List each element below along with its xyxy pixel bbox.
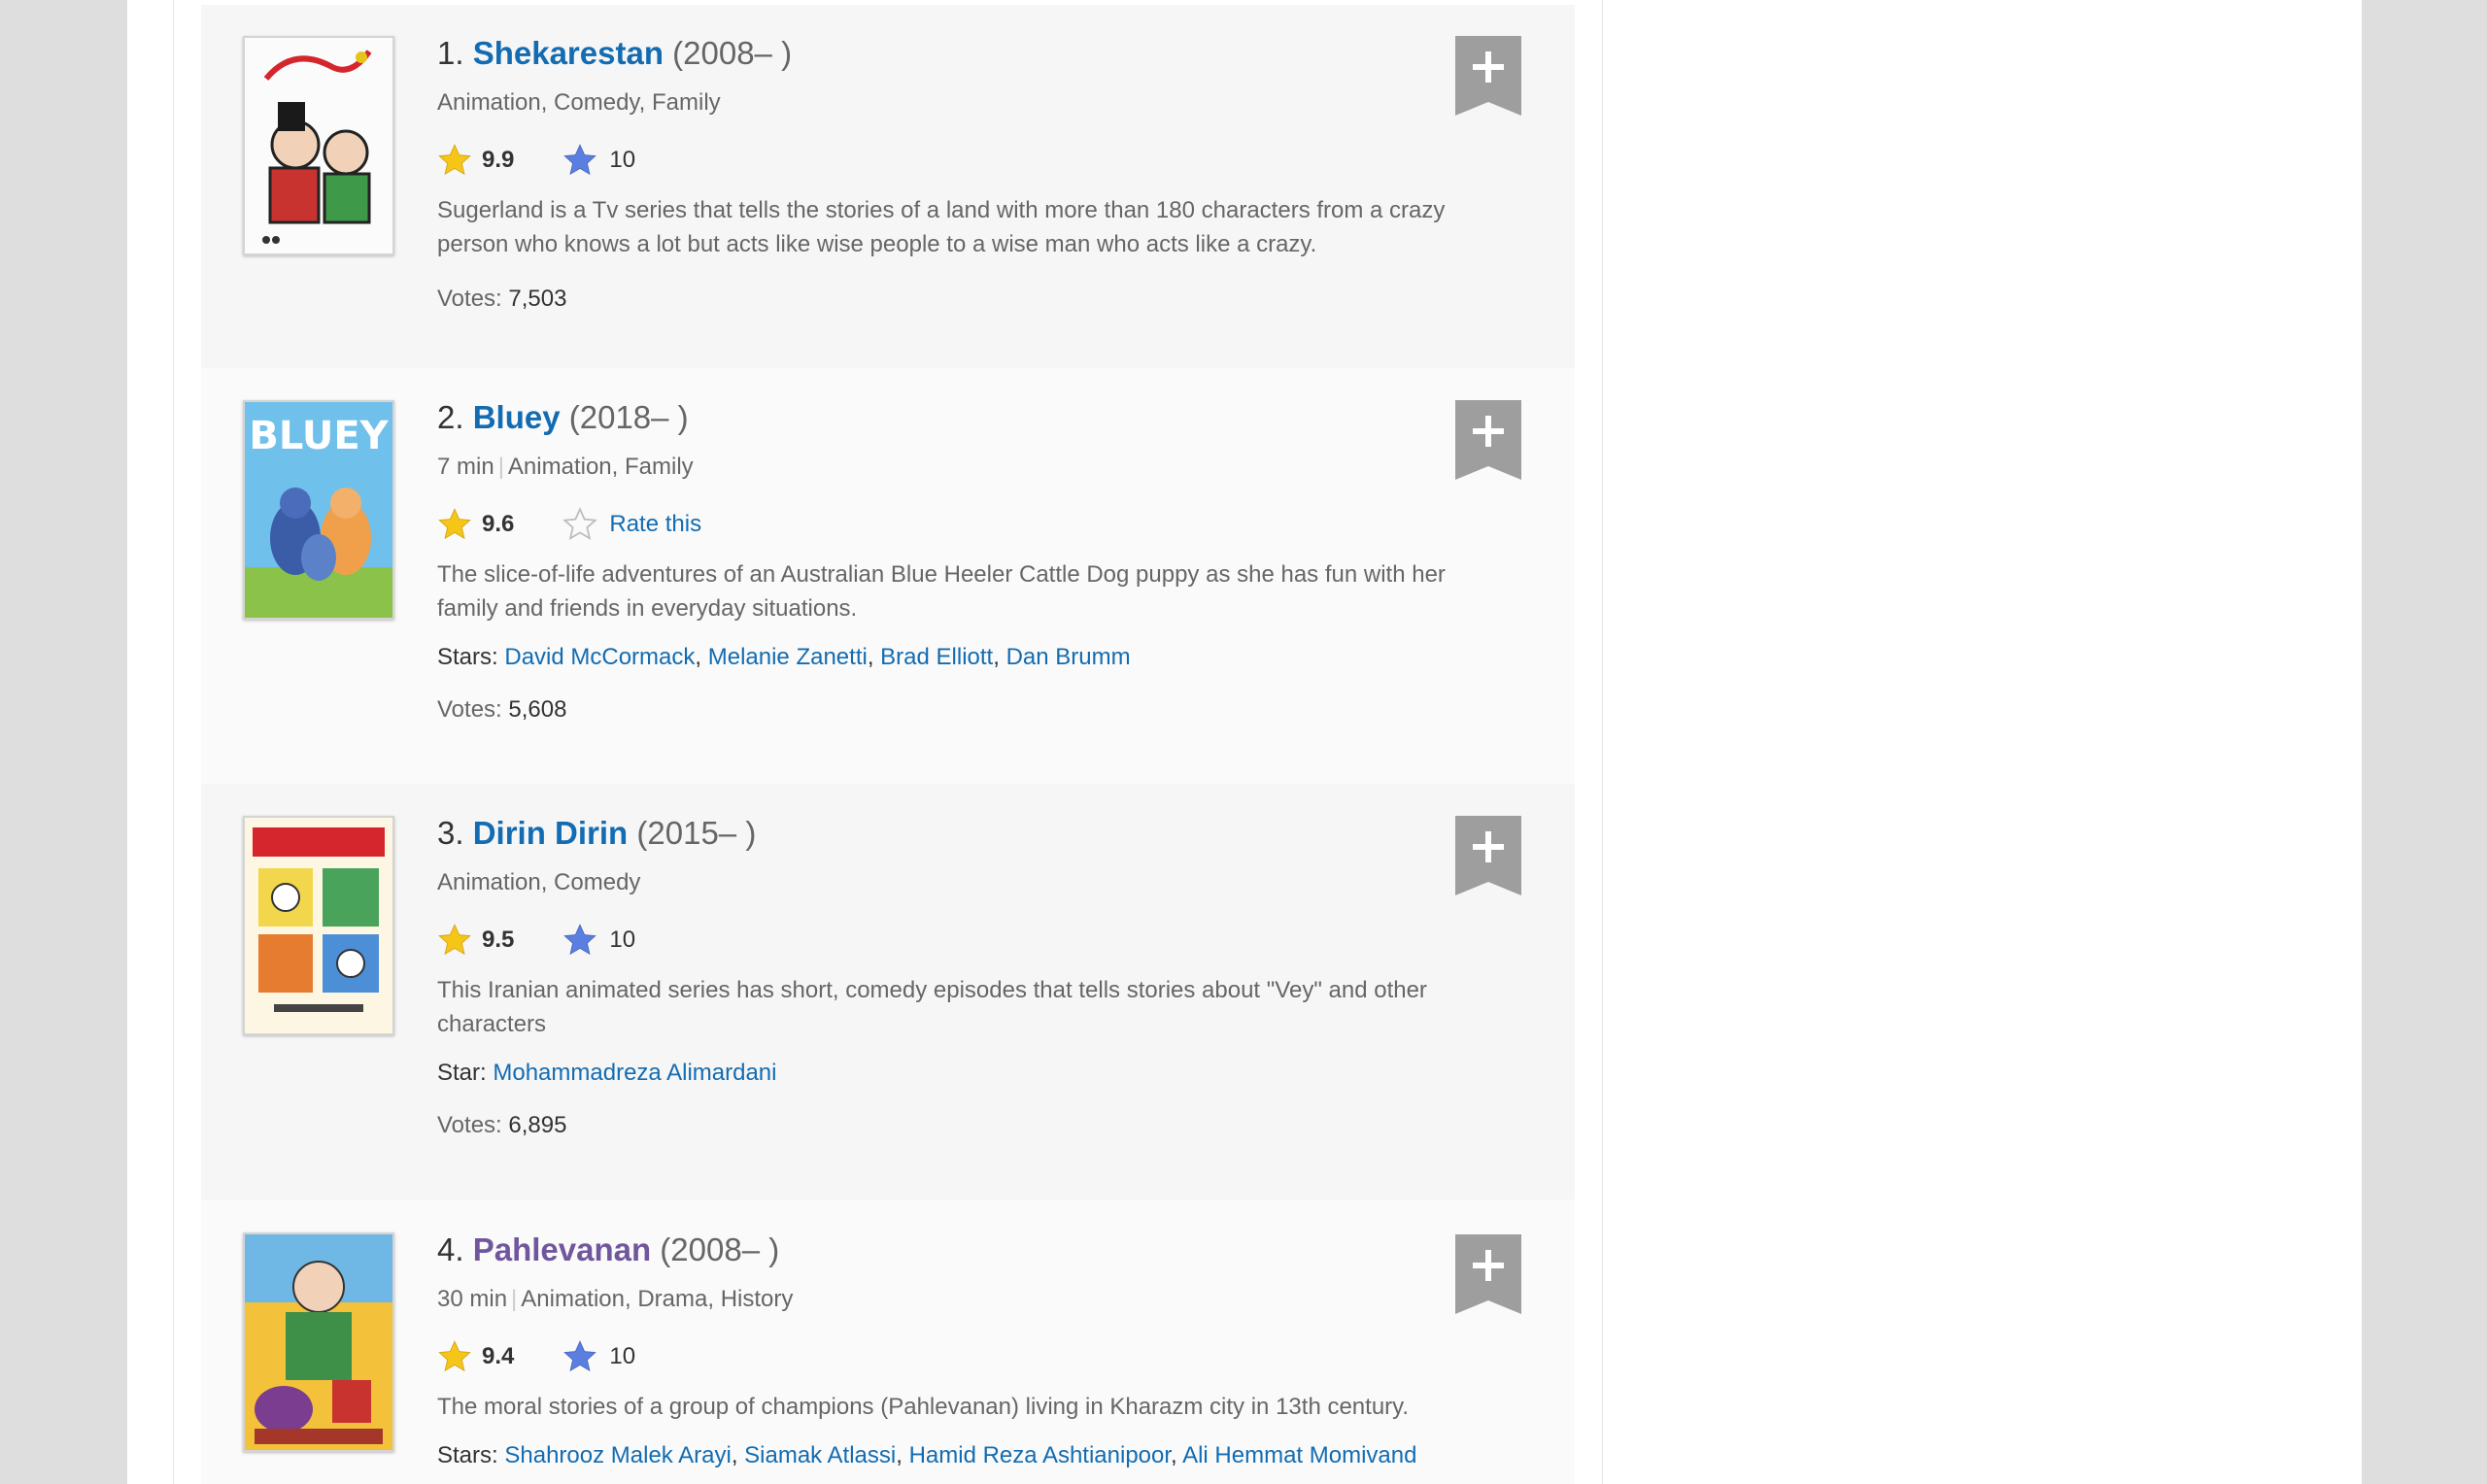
add-to-watchlist-button[interactable] [1455, 816, 1521, 895]
star-link[interactable]: Brad Elliott [880, 644, 993, 670]
poster-bluey[interactable]: BLUEY [243, 400, 394, 620]
rank: 4. [437, 1231, 464, 1267]
genre: Animation, Comedy [437, 869, 641, 895]
genre: Animation, Drama, History [521, 1286, 794, 1312]
add-to-watchlist-button[interactable] [1455, 36, 1521, 116]
description: Sugerland is a Tv series that tells the … [437, 197, 1446, 257]
title-header: 2. Bluey (2018– ) [437, 398, 1496, 437]
star-link[interactable]: Siamak Atlassi [744, 1442, 896, 1468]
votes-value: 6,895 [508, 1112, 567, 1138]
imdb-rating: 9.9 [482, 147, 515, 173]
imdb-rating: 9.4 [482, 1343, 515, 1369]
add-to-watchlist-button[interactable] [1455, 1234, 1521, 1314]
title-link[interactable]: Bluey [473, 399, 561, 435]
rank: 2. [437, 399, 464, 435]
user-rating-widget[interactable]: 10 [562, 923, 635, 958]
poster-image [245, 818, 392, 1033]
add-to-watchlist-button[interactable] [1455, 400, 1521, 480]
separator: | [497, 454, 504, 480]
rate-this-link[interactable]: Rate this [609, 511, 701, 538]
stars-label: Stars: [437, 1442, 498, 1468]
votes-value: 5,608 [508, 696, 567, 723]
stars-label: Stars: [437, 644, 498, 670]
list-item: 3. Dirin Dirin (2015– ) Animation, Comed… [201, 784, 1575, 1199]
ratings-bar: 9.6 Rate this [437, 505, 1496, 544]
poster-pahlevanan[interactable] [243, 1232, 394, 1452]
gold-star-icon [438, 144, 471, 176]
empty-star-icon[interactable] [562, 507, 598, 542]
votes-value: 7,503 [508, 286, 567, 312]
title-link[interactable]: Dirin Dirin [473, 815, 629, 851]
title-list: 1. Shekarestan (2008– ) Animation, Comed… [173, 0, 1603, 1484]
user-rating: 10 [609, 927, 636, 953]
user-rating: 10 [609, 1343, 636, 1369]
poster-image [245, 1234, 392, 1450]
blue-star-icon[interactable] [562, 923, 597, 958]
poster-shekarestan[interactable] [243, 36, 394, 255]
user-rating: 10 [609, 147, 636, 173]
year: (2008– ) [660, 1231, 780, 1267]
stars-line: Stars: Shahrooz Malek Arayi, Siamak Atla… [437, 1442, 1417, 1468]
star-link[interactable]: Melanie Zanetti [708, 644, 868, 670]
gold-star-icon [438, 924, 471, 956]
rate-this-widget[interactable]: Rate this [562, 507, 701, 542]
list-item: 1. Shekarestan (2008– ) Animation, Comed… [201, 5, 1575, 368]
stars-label: Star: [437, 1060, 487, 1086]
star-link[interactable]: Shahrooz Malek Arayi [504, 1442, 731, 1468]
title-header: 3. Dirin Dirin (2015– ) [437, 814, 1496, 853]
imdb-rating: 9.6 [482, 511, 515, 537]
poster-image [245, 38, 392, 253]
title-link[interactable]: Pahlevanan [473, 1231, 651, 1267]
svg-text:BLUEY: BLUEY [249, 414, 389, 458]
votes: Votes: 7,503 [437, 285, 1496, 314]
ratings-bar: 9.5 10 [437, 921, 1496, 960]
rank: 1. [437, 35, 464, 71]
blue-star-icon[interactable] [562, 143, 597, 178]
votes: Votes: 5,608 [437, 695, 1496, 725]
title-header: 4. Pahlevanan (2008– ) [437, 1231, 1496, 1269]
separator: | [511, 1286, 518, 1312]
rank: 3. [437, 815, 464, 851]
blue-star-icon[interactable] [562, 1339, 597, 1374]
votes-label: Votes: [437, 286, 502, 312]
year: (2018– ) [568, 399, 689, 435]
title-header: 1. Shekarestan (2008– ) [437, 34, 1496, 73]
star-link[interactable]: Hamid Reza Ashtianipoor [909, 1442, 1171, 1468]
star-link[interactable]: Ali Hemmat Momivand [1182, 1442, 1416, 1468]
imdb-rating: 9.5 [482, 927, 515, 953]
description: This Iranian animated series has short, … [437, 977, 1427, 1037]
list-item: 4. Pahlevanan (2008– ) 30 min | Animation,… [201, 1199, 1575, 1484]
genre-line: 30 min | Animation, Drama, History [437, 1285, 1496, 1314]
title-link[interactable]: Shekarestan [473, 35, 664, 71]
user-rating-widget[interactable]: 10 [562, 143, 635, 178]
ratings-bar: 9.9 10 [437, 141, 1496, 180]
runtime: 30 min [437, 1286, 508, 1312]
votes: Votes: 6,895 [437, 1111, 1496, 1140]
runtime: 7 min [437, 454, 494, 480]
poster-image: BLUEY [245, 402, 392, 618]
gold-star-icon [438, 1340, 471, 1372]
description: The slice-of-life adventures of an Austr… [437, 561, 1446, 622]
user-rating-widget[interactable]: 10 [562, 1339, 635, 1374]
star-link[interactable]: David McCormack [504, 644, 695, 670]
genre: Animation, Family [507, 454, 694, 480]
ratings-bar: 9.4 10 [437, 1337, 1496, 1376]
page: 1. Shekarestan (2008– ) Animation, Comed… [127, 0, 2362, 1484]
poster-dirin-dirin[interactable] [243, 816, 394, 1035]
genre-line: 7 min | Animation, Family [437, 453, 1496, 482]
year: (2015– ) [636, 815, 757, 851]
genre: Animation, Comedy, Family [437, 89, 721, 116]
star-link[interactable]: Dan Brumm [1006, 644, 1131, 670]
stars-line: Star: Mohammadreza Alimardani [437, 1059, 1496, 1088]
gold-star-icon [438, 508, 471, 540]
stars-line: Stars: David McCormack, Melanie Zanetti,… [437, 644, 1131, 670]
year: (2008– ) [672, 35, 793, 71]
star-link[interactable]: Mohammadreza Alimardani [493, 1060, 776, 1086]
votes-label: Votes: [437, 1112, 502, 1138]
votes-label: Votes: [437, 696, 502, 723]
description: The moral stories of a group of champion… [437, 1394, 1410, 1420]
list-item: BLUEY 2. Bluey (2018– ) 7 min | Animation,… [201, 368, 1575, 784]
